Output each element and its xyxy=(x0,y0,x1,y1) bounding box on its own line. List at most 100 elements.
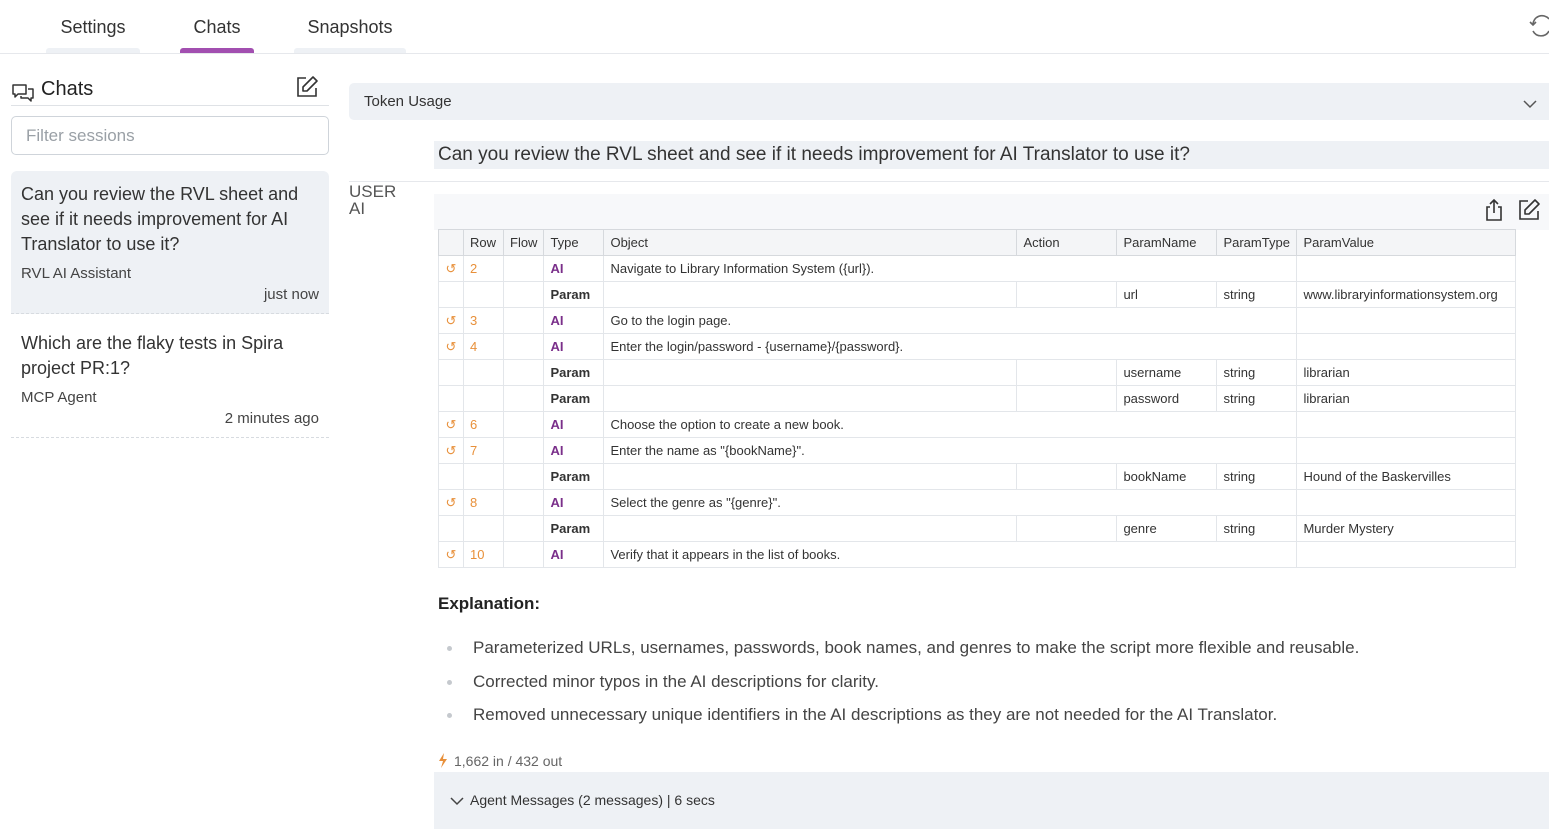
object-cell: Enter the name as "{bookName}". xyxy=(603,437,1298,464)
row-action-icon xyxy=(438,385,464,412)
list-item: Removed unnecessary unique identifiers i… xyxy=(438,705,1359,739)
param-value-cell xyxy=(1296,411,1516,438)
table-row: Param genre string Murder Mystery xyxy=(438,515,1516,542)
type-cell: Param xyxy=(543,281,605,308)
action-cell xyxy=(1016,463,1118,490)
row-number-cell xyxy=(463,281,504,308)
row-action-icon xyxy=(438,281,464,308)
type-cell: AI xyxy=(543,541,605,568)
chat-sidebar: Chats Can you review the RVL sheet and s… xyxy=(11,75,329,438)
flow-cell xyxy=(502,333,545,360)
table-row: Param password string librarian xyxy=(438,385,1516,412)
session-time: just now xyxy=(263,286,319,303)
flow-cell xyxy=(502,385,545,412)
explanation-list: Parameterized URLs, usernames, passwords… xyxy=(438,638,1359,739)
param-value-cell: www.libraryinformationsystem.org xyxy=(1296,281,1516,308)
type-cell: AI xyxy=(543,255,605,282)
tab-settings[interactable]: Settings xyxy=(46,0,140,53)
object-cell xyxy=(603,281,1018,308)
column-header: ParamType xyxy=(1216,229,1298,256)
param-type-cell: string xyxy=(1216,359,1298,386)
flow-cell xyxy=(502,437,545,464)
object-cell xyxy=(603,515,1018,542)
row-number-cell xyxy=(463,515,504,542)
row-number-cell: 10 xyxy=(463,541,504,568)
table-row: Param username string librarian xyxy=(438,359,1516,386)
session-time: 2 minutes ago xyxy=(224,410,319,427)
param-name-cell: genre xyxy=(1116,515,1218,542)
table-row: ↺ 6 AI Choose the option to create a new bo… xyxy=(438,411,1516,438)
bolt-icon xyxy=(438,753,448,771)
edit-icon[interactable] xyxy=(1517,198,1541,227)
chevron-down-icon xyxy=(1523,96,1537,113)
list-item: Parameterized URLs, usernames, passwords… xyxy=(438,638,1359,672)
row-number-cell xyxy=(463,463,504,490)
type-cell: AI xyxy=(543,411,605,438)
tab-label: Settings xyxy=(60,17,126,37)
chat-bubbles-icon xyxy=(11,82,35,109)
rvl-table: Row Flow Type Object Action ParamName Pa… xyxy=(438,229,1516,568)
type-cell: Param xyxy=(543,463,605,490)
refresh-icon[interactable] xyxy=(1527,12,1549,38)
new-chat-icon[interactable] xyxy=(295,75,319,104)
param-type-cell: string xyxy=(1216,281,1298,308)
param-value-cell xyxy=(1296,541,1516,568)
param-name-cell: username xyxy=(1116,359,1218,386)
column-header: Row xyxy=(463,229,504,256)
filter-sessions-input[interactable] xyxy=(11,116,329,155)
param-value-cell: Murder Mystery xyxy=(1296,515,1516,542)
row-number-cell: 6 xyxy=(463,411,504,438)
agent-messages-toggle[interactable]: Agent Messages (2 messages) | 6 secs xyxy=(434,772,1549,829)
object-cell: Select the genre as "{genre}". xyxy=(603,489,1298,516)
flow-cell xyxy=(502,463,545,490)
flow-cell xyxy=(502,359,545,386)
row-action-icon[interactable]: ↺ xyxy=(438,489,464,516)
column-header: ParamName xyxy=(1116,229,1218,256)
param-type-cell: string xyxy=(1216,515,1298,542)
flow-cell xyxy=(502,411,545,438)
type-cell: AI xyxy=(543,333,605,360)
param-value-cell: librarian xyxy=(1296,359,1516,386)
conversation-panel: Token Usage USER Can you review the RVL … xyxy=(349,83,1549,829)
object-cell: Verify that it appears in the list of bo… xyxy=(603,541,1298,568)
row-action-icon[interactable]: ↺ xyxy=(438,541,464,568)
action-cell xyxy=(1016,359,1118,386)
action-cell xyxy=(1016,385,1118,412)
tab-chats[interactable]: Chats xyxy=(180,0,254,53)
table-row: ↺ 2 AI Navigate to Library Information Syst… xyxy=(438,255,1516,282)
object-cell: Choose the option to create a new book. xyxy=(603,411,1298,438)
tab-underline xyxy=(180,48,254,53)
param-type-cell: string xyxy=(1216,463,1298,490)
share-icon[interactable] xyxy=(1483,198,1505,227)
param-value-cell xyxy=(1296,333,1516,360)
row-action-icon[interactable]: ↺ xyxy=(438,307,464,334)
param-value-cell xyxy=(1296,437,1516,464)
row-action-icon[interactable]: ↺ xyxy=(438,437,464,464)
flow-cell xyxy=(502,541,545,568)
session-item[interactable]: Which are the flaky tests in Spira proje… xyxy=(11,320,329,438)
table-row: Param url string www.libraryinformationsyst… xyxy=(438,281,1516,308)
flow-cell xyxy=(502,281,545,308)
list-item: Corrected minor typos in the AI descript… xyxy=(438,672,1359,706)
column-header xyxy=(438,229,464,256)
param-value-cell xyxy=(1296,307,1516,334)
row-action-icon xyxy=(438,463,464,490)
row-action-icon xyxy=(438,515,464,542)
session-title: Which are the flaky tests in Spira proje… xyxy=(21,333,284,378)
token-usage-accordion[interactable]: Token Usage xyxy=(349,83,1549,120)
row-action-icon xyxy=(438,359,464,386)
explanation-title: Explanation: xyxy=(438,594,541,613)
row-number-cell: 3 xyxy=(463,307,504,334)
tab-snapshots[interactable]: Snapshots xyxy=(294,0,406,53)
param-value-cell xyxy=(1296,489,1516,516)
row-action-icon[interactable]: ↺ xyxy=(438,333,464,360)
row-action-icon[interactable]: ↺ xyxy=(438,411,464,438)
table-row: ↺ 7 AI Enter the name as "{bookName}". xyxy=(438,437,1516,464)
ai-message: Row Flow Type Object Action ParamName Pa… xyxy=(434,194,1549,829)
object-cell: Navigate to Library Information System (… xyxy=(603,255,1298,282)
chevron-down-icon xyxy=(450,793,464,809)
tab-label: Snapshots xyxy=(307,17,393,37)
row-action-icon[interactable]: ↺ xyxy=(438,255,464,282)
object-cell xyxy=(603,385,1018,412)
session-item[interactable]: Can you review the RVL sheet and see if … xyxy=(11,171,329,314)
